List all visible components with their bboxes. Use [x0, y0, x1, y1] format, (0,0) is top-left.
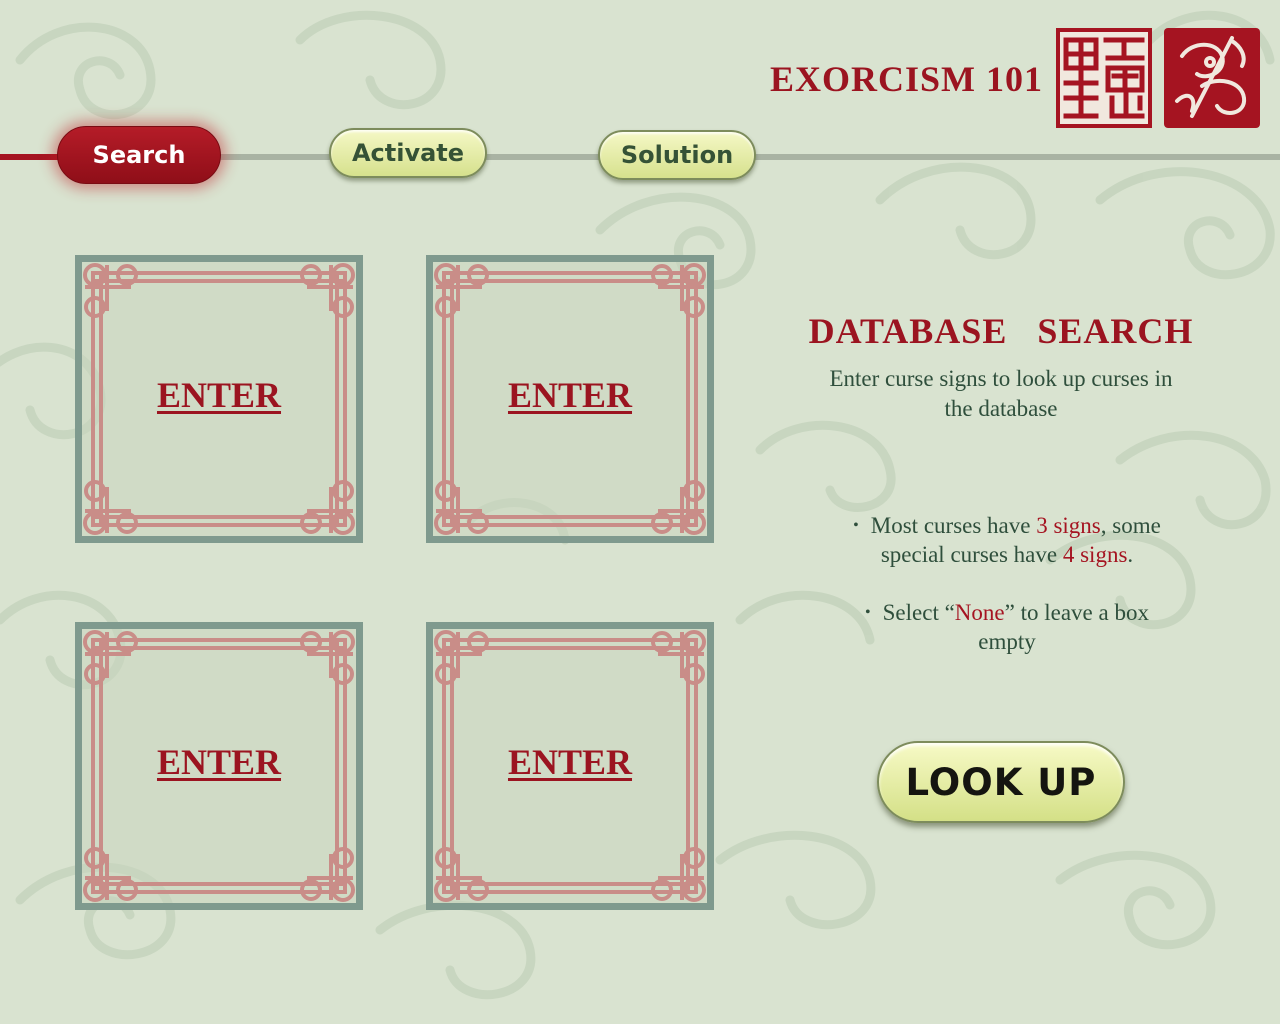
- tab-search-label: Search: [92, 141, 186, 169]
- tab-activate-label: Activate: [351, 139, 465, 167]
- app-title: EXORCISM 101: [770, 59, 1044, 99]
- seal-dragon-icon: [1162, 26, 1262, 130]
- enter-link[interactable]: ENTER: [82, 741, 356, 783]
- sign-entry-box-2[interactable]: ENTER: [426, 255, 714, 543]
- sign-entry-box-4[interactable]: ENTER: [426, 622, 714, 910]
- enter-link[interactable]: ENTER: [82, 374, 356, 416]
- nav-bar: Search Activate Solution: [0, 120, 1280, 195]
- tab-solution[interactable]: Solution: [598, 130, 756, 180]
- tab-solution-label: Solution: [620, 141, 734, 169]
- sign-entry-box-3[interactable]: ENTER: [75, 622, 363, 910]
- tab-activate[interactable]: Activate: [329, 128, 487, 178]
- enter-link[interactable]: ENTER: [433, 741, 707, 783]
- seal-calligraphy-icon: [1056, 28, 1152, 128]
- tab-search[interactable]: Search: [57, 126, 221, 184]
- header: EXORCISM 101: [0, 0, 1280, 140]
- enter-link[interactable]: ENTER: [433, 374, 707, 416]
- sign-entry-box-1[interactable]: ENTER: [75, 255, 363, 543]
- look-up-label: LOOK UP: [905, 760, 1097, 804]
- look-up-button[interactable]: LOOK UP: [877, 741, 1125, 823]
